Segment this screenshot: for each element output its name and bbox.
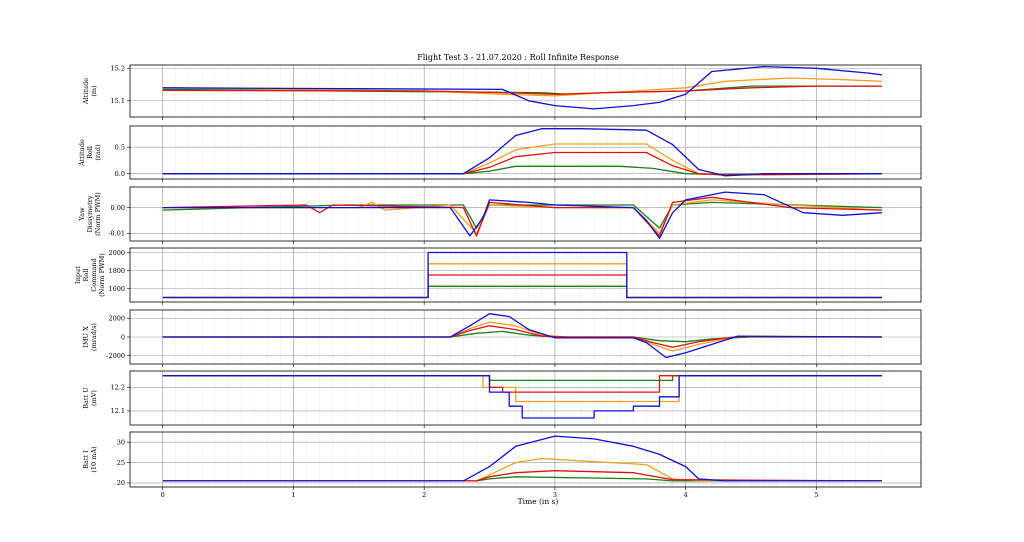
panel-7: 202530Batt I (10 mA)0 1 2 3 4 5	[82, 431, 922, 499]
y-tick-label: 2000	[108, 315, 125, 323]
y-axis-label: Attitude	[78, 139, 86, 167]
series-line-4	[162, 375, 882, 419]
y-tick-label: 0.0	[115, 170, 125, 178]
x-tick-label: 0	[161, 491, 165, 499]
panel-2: 0.0 0.5 Attitude Roll (rad)	[78, 125, 922, 182]
series-line-4	[162, 435, 882, 482]
y-tick-label: 2000	[108, 249, 125, 257]
series-line-2	[162, 375, 882, 403]
y-tick-label: 0.00	[111, 204, 125, 212]
panel-1: 15.1 15.2 Altitude (m)	[82, 65, 922, 120]
x-tick-label: 5	[814, 491, 818, 499]
y-axis-label: (mV)	[90, 390, 98, 406]
y-axis-label: (m)	[90, 85, 98, 97]
x-axis-label: Time (in s)	[518, 497, 559, 506]
y-axis-label: Dissymetry	[86, 195, 94, 232]
y-axis-label: IMU X	[82, 326, 90, 348]
y-axis-label: (rad)	[94, 144, 102, 161]
y-axis-label: Roll	[86, 146, 94, 159]
y-axis-label: (Norm PWM)	[98, 253, 106, 297]
panel-frame	[129, 370, 922, 426]
x-tick-label: 2	[422, 491, 426, 499]
series-line-3	[162, 375, 882, 393]
series-line-1	[162, 375, 882, 382]
series-line-2	[162, 263, 882, 299]
panel-frame	[129, 431, 922, 488]
series-line-3	[162, 196, 882, 237]
panel-frame	[129, 125, 922, 180]
y-axis-label: Command	[90, 258, 98, 291]
panel-5: -2000 0 2000 IMU X (mrad/s)	[82, 309, 922, 367]
y-tick-label: 1600	[108, 285, 125, 293]
figure-title: Flight Test 3 - 21.07.2020 : Roll Infini…	[417, 53, 619, 62]
panel-3: 0.00 -0.01 Yaw Dissymetry (Norm PWM)	[78, 186, 922, 244]
panels-group: 15.115.2Altitude (m)0.00.5Attitude Roll (ra…	[74, 65, 922, 499]
y-axis-label: Yaw	[78, 207, 86, 222]
y-tick-label: 30	[117, 438, 125, 446]
y-axis-label: Batt I	[82, 450, 90, 469]
panel-6: 12.1 12.2 Batt U (mV)	[82, 370, 922, 428]
y-tick-label: 15.1	[111, 97, 125, 105]
series-line-3	[162, 151, 882, 176]
y-axis-label: (mrad/s)	[90, 323, 98, 351]
y-tick-label: 0.5	[115, 144, 125, 152]
y-axis-label: (Norm PWM)	[94, 192, 102, 236]
y-axis-label: (10 mA)	[90, 446, 98, 473]
y-tick-label: 1800	[108, 267, 125, 275]
x-tick-label: 4	[684, 491, 688, 499]
series-line-1	[162, 285, 882, 299]
y-tick-label: -2000	[106, 352, 125, 360]
panel-frame	[129, 186, 922, 242]
series-line-4	[162, 128, 882, 177]
series-line-3	[162, 85, 882, 95]
series-line-3	[162, 470, 882, 482]
series-line-4	[162, 191, 882, 240]
series-line-1	[162, 165, 882, 175]
figure: Flight Test 3 - 21.07.2020 : Roll Infini…	[74, 53, 922, 506]
panel-4: 1600 1800 2000 Input Roll Command (Norm PWM)	[74, 247, 922, 305]
y-tick-label: 12.2	[111, 384, 125, 392]
series-line-2	[162, 143, 882, 176]
y-axis-label: Batt U	[82, 387, 90, 409]
y-tick-label: 12.1	[111, 407, 125, 415]
y-tick-label: 25	[117, 459, 125, 467]
y-axis-label: Altitude	[82, 78, 90, 105]
y-axis-label: Roll	[82, 269, 90, 282]
y-axis-label: Input	[74, 266, 82, 284]
y-tick-label: 20	[117, 479, 125, 487]
y-tick-label: -0.01	[108, 230, 125, 238]
y-tick-label: 15.2	[111, 65, 125, 73]
y-tick-label: 0	[121, 333, 125, 341]
x-tick-label: 1	[291, 491, 295, 499]
